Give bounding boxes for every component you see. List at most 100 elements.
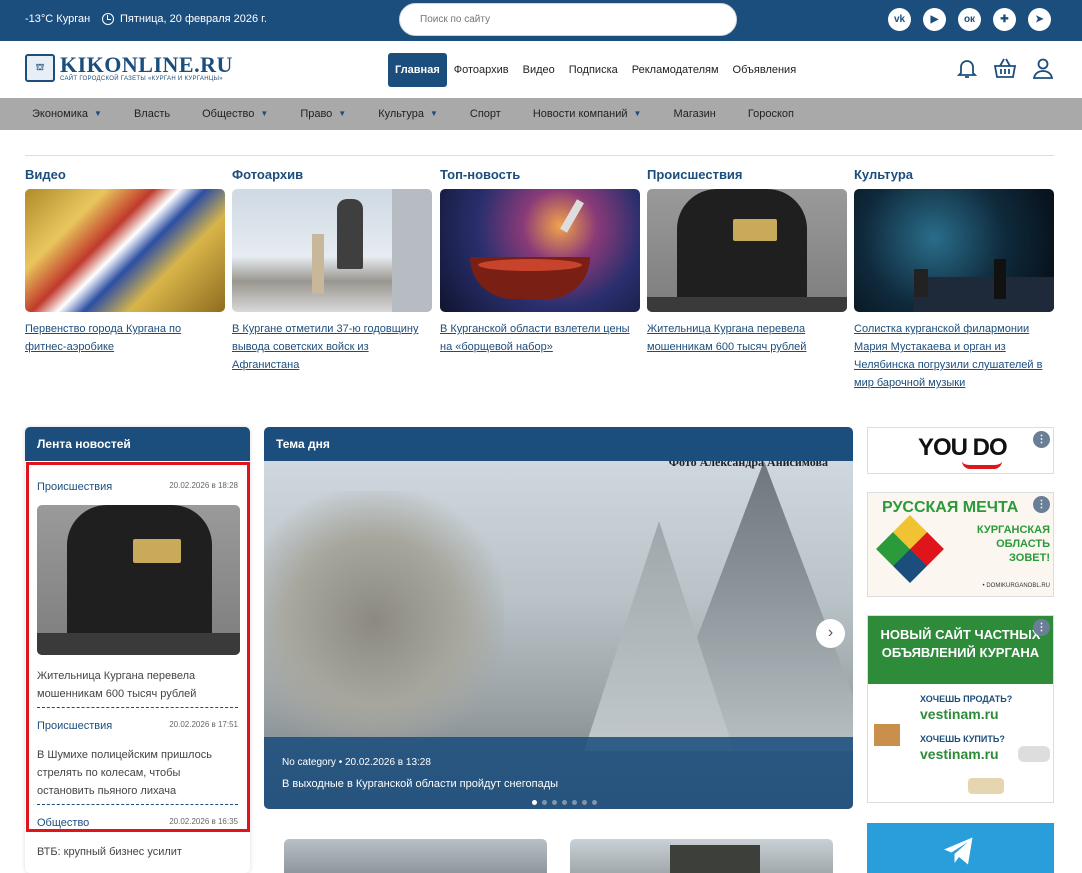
ad-vestinam[interactable]: НОВЫЙ САЙТ ЧАСТНЫХ ОБЪЯВЛЕНИЙ КУРГАНА ХО… [867,615,1054,803]
featured-section[interactable]: Культура [854,167,1054,182]
slider-dot[interactable] [592,800,597,805]
highlight-frame [26,462,250,832]
ad-info-icon[interactable]: ⋮ [1033,496,1050,513]
cat-label: Новости компаний [532,108,628,120]
rutube-icon[interactable]: ✚ [993,8,1016,31]
photo-credit: Фото Александра Анисимова [668,461,828,469]
sofa-icon [968,778,1004,794]
ad-title: НОВЫЙ САЙТ ЧАСТНЫХ ОБЪЯВЛЕНИЙ КУРГАНА [868,616,1053,684]
cat-horoscope[interactable]: Гороскоп [716,98,794,130]
cat-power[interactable]: Власть [102,98,170,130]
cat-company-news[interactable]: Новости компаний ▼ [501,98,642,130]
slider-dot[interactable] [542,800,547,805]
featured-section[interactable]: Топ-новость [440,167,640,182]
cat-sport[interactable]: Спорт [438,98,501,130]
featured-image[interactable] [232,189,432,312]
ad-question: ХОЧЕШЬ ПРОДАТЬ? [920,694,1013,704]
slider-dot[interactable] [562,800,567,805]
ad-info-icon[interactable]: ⋮ [1033,619,1050,636]
cat-culture[interactable]: Культура ▼ [346,98,438,130]
cat-label: Право [300,108,333,120]
slide-caption[interactable]: No category • 20.02.2026 в 13:28 В выход… [264,737,853,809]
basket-icon[interactable] [993,56,1017,80]
cat-label: Гороскоп [747,108,794,120]
youdo-logo: YOU DO [918,434,1008,461]
slide-headline[interactable]: В выходные в Курганской области пройдут … [282,778,835,790]
ad-info-icon[interactable]: ⋮ [1033,431,1050,448]
feed-item-title[interactable]: ВТБ: крупный бизнес усилит [37,843,238,865]
day-title: Тема дня [264,427,853,461]
cat-society[interactable]: Общество ▼ [170,98,268,130]
ad-question: ХОЧЕШЬ КУПИТЬ? [920,734,1005,744]
clock-icon [102,13,114,25]
slider-dot[interactable] [582,800,587,805]
user-icon[interactable] [1031,56,1055,80]
caret-down-icon: ▼ [94,109,102,118]
ad-russian-dream[interactable]: РУССКАЯ МЕЧТА КУРГАНСКАЯ ОБЛАСТЬ ЗОВЕТ! … [867,492,1054,597]
search-input[interactable] [400,4,736,35]
ad-youdo[interactable]: YOU DO ⋮ [867,427,1054,474]
featured-image[interactable] [25,189,225,312]
slider-dot[interactable] [552,800,557,805]
header-icons [955,56,1055,80]
featured-section[interactable]: Видео [25,167,225,182]
featured-title[interactable]: Жительница Кургана перевела мошенникам 6… [647,320,847,356]
site-logo[interactable]: ⛫ KIKONLINE.RU САЙТ ГОРОДСКОЙ ГАЗЕТЫ «КУ… [25,51,233,82]
slider-dots [532,800,597,805]
cat-law[interactable]: Право ▼ [268,98,346,130]
top-bar: -13°C Курган Пятница, 20 февраля 2026 г.… [0,0,1082,41]
ad-telegram[interactable] [867,823,1054,873]
day-slide-image[interactable]: Фото Александра Анисимова › No category … [264,461,853,809]
featured-top-news: Топ-новость В Курганской области взлетел… [440,167,640,356]
slider-next-button[interactable]: › [816,619,845,648]
current-date: Пятница, 20 февраля 2026 г. [102,13,267,25]
telegram-icon[interactable]: ➤ [1028,8,1051,31]
odnoklassniki-icon[interactable]: ок [958,8,981,31]
cat-label: Культура [378,108,424,120]
logo-subtitle: САЙТ ГОРОДСКОЙ ГАЗЕТЫ «КУРГАН И КУРГАНЦЫ… [60,75,223,82]
ad-site: • DOMIKURGANOBL.RU [982,583,1050,589]
featured-title[interactable]: Первенство города Кургана по фитнес-аэро… [25,320,225,356]
cat-label: Общество [202,108,255,120]
featured-incidents: Происшествия Жительница Кургана перевела… [647,167,847,356]
search-box[interactable] [399,3,737,36]
cat-label: Власть [133,108,171,120]
category-nav: Экономика ▼ Власть Общество ▼ Право ▼ Культ… [0,98,1082,130]
nav-classifieds[interactable]: Объявления [726,53,804,87]
featured-title[interactable]: В Курганской области взлетели цены на «б… [440,320,640,356]
date-text: Пятница, 20 февраля 2026 г. [120,13,267,25]
featured-title[interactable]: В Кургане отметили 37-ю годовщину вывода… [232,320,432,374]
featured-image[interactable] [440,189,640,312]
cat-economy[interactable]: Экономика ▼ [0,98,102,130]
slider-dot[interactable] [572,800,577,805]
bell-icon[interactable] [955,56,979,80]
featured-section[interactable]: Происшествия [647,167,847,182]
featured-title[interactable]: Солистка курганской филармонии Мария Мус… [854,320,1054,392]
car-icon [1018,746,1050,762]
featured-image[interactable] [647,189,847,312]
slide-meta: No category • 20.02.2026 в 13:28 [282,757,431,768]
caret-down-icon: ▼ [633,109,642,118]
smile-icon [962,461,1002,469]
logo-title: KIKONLINE.RU [60,51,233,77]
news-card-image[interactable] [284,839,547,873]
caret-down-icon: ▼ [338,109,347,118]
nav-home[interactable]: Главная [388,53,447,87]
vk-icon[interactable]: vk [888,8,911,31]
cat-shop[interactable]: Магазин [641,98,715,130]
featured-section[interactable]: Фотоархив [232,167,432,182]
ad-site: vestinam.ru [920,746,999,762]
social-links: vk ▶ ок ✚ ➤ [888,8,1051,31]
nav-photoarchive[interactable]: Фотоархив [447,53,516,87]
nav-advertisers[interactable]: Рекламодателям [625,53,726,87]
featured-image[interactable] [854,189,1054,312]
news-card-image[interactable] [570,839,833,873]
nav-subscription[interactable]: Подписка [562,53,625,87]
youtube-icon[interactable]: ▶ [923,8,946,31]
nav-video[interactable]: Видео [516,53,562,87]
site-header: ⛫ KIKONLINE.RU САЙТ ГОРОДСКОЙ ГАЗЕТЫ «КУ… [0,41,1082,98]
slider-dot[interactable] [532,800,537,805]
main-nav: Главная Фотоархив Видео Подписка Рекламо… [388,53,803,87]
weather: -13°C Курган [25,13,91,25]
ad-text: КУРГАНСКАЯ ОБЛАСТЬ ЗОВЕТ! [976,524,1050,564]
